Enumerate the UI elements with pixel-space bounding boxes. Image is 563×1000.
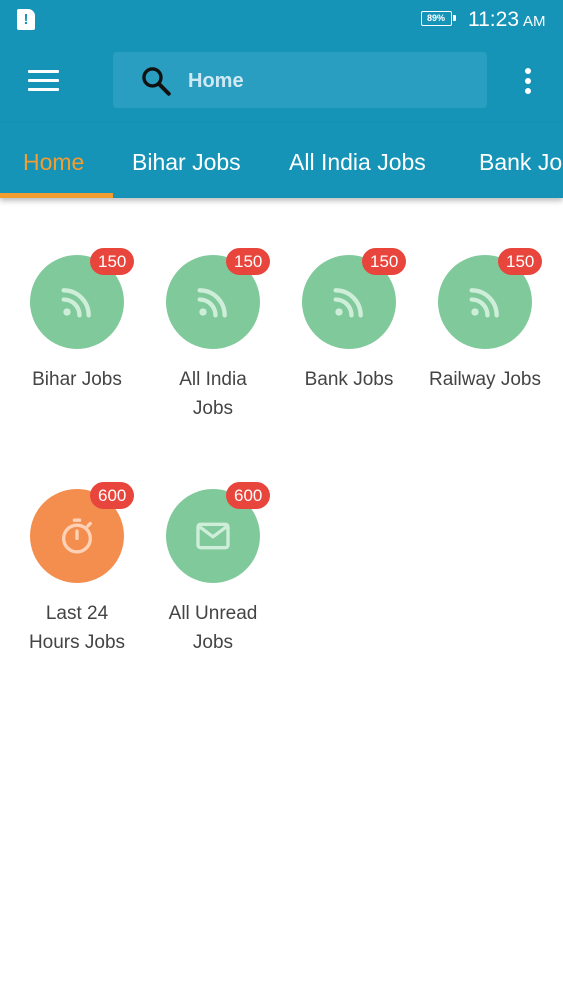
category-tile-bank-jobs[interactable]: 150 Bank Jobs <box>281 198 417 398</box>
stopwatch-icon <box>62 518 93 554</box>
app-bar: Home <box>0 40 563 123</box>
rss-feed-icon <box>469 288 499 318</box>
category-tile-all-unread-jobs[interactable]: 600 All Unread Jobs <box>145 432 281 653</box>
rss-feed-icon <box>197 288 227 318</box>
tab-bar: Home Bihar Jobs All India Jobs Bank Jobs <box>0 123 563 198</box>
count-badge: 150 <box>90 248 135 275</box>
sim-alert-glyph: ! <box>23 11 29 28</box>
clock-ampm: AM <box>523 13 546 30</box>
sim-alert-icon: ! <box>17 9 35 30</box>
count-badge: 150 <box>362 248 407 275</box>
tab-all-india-jobs[interactable]: All India Jobs <box>289 148 426 176</box>
category-label: All Unread Jobs <box>168 603 258 653</box>
count-badge: 600 <box>226 482 271 509</box>
tab-bank-jobs[interactable]: Bank Jobs <box>479 148 563 176</box>
category-tile-railway-jobs[interactable]: 150 Railway Jobs <box>417 198 553 398</box>
category-label: Bihar Jobs <box>32 369 122 390</box>
status-clock: 11:23 AM <box>468 8 546 34</box>
rss-feed-icon <box>333 288 363 318</box>
tab-bihar-jobs[interactable]: Bihar Jobs <box>132 148 241 176</box>
rss-feed-icon <box>61 288 91 318</box>
category-tile-all-india-jobs[interactable]: 150 All India Jobs <box>145 198 281 419</box>
category-label: Railway Jobs <box>429 369 541 390</box>
count-badge: 600 <box>90 482 135 509</box>
status-bar: ! 89% 11:23 AM <box>0 0 563 40</box>
tab-home[interactable]: Home <box>23 148 84 176</box>
search-bar[interactable]: Home <box>113 52 487 108</box>
category-label: Last 24 Hours Jobs <box>28 603 126 653</box>
search-icon <box>142 67 171 96</box>
category-tile-bihar-jobs[interactable]: 150 Bihar Jobs <box>9 198 145 398</box>
category-label: All India Jobs <box>179 369 247 419</box>
category-label: Bank Jobs <box>304 369 394 390</box>
mail-icon <box>196 522 230 550</box>
search-text: Home <box>188 70 244 92</box>
count-badge: 150 <box>226 248 271 275</box>
count-badge: 150 <box>498 248 543 275</box>
category-tile-last-24-hours-jobs[interactable]: 600 Last 24 Hours Jobs <box>9 432 145 653</box>
hamburger-menu-icon[interactable] <box>28 68 59 94</box>
battery-percent: 89% <box>426 13 445 23</box>
overflow-menu-icon[interactable] <box>518 66 538 96</box>
clock-time: 11:23 <box>468 8 519 31</box>
battery-icon: 89% <box>421 11 456 26</box>
